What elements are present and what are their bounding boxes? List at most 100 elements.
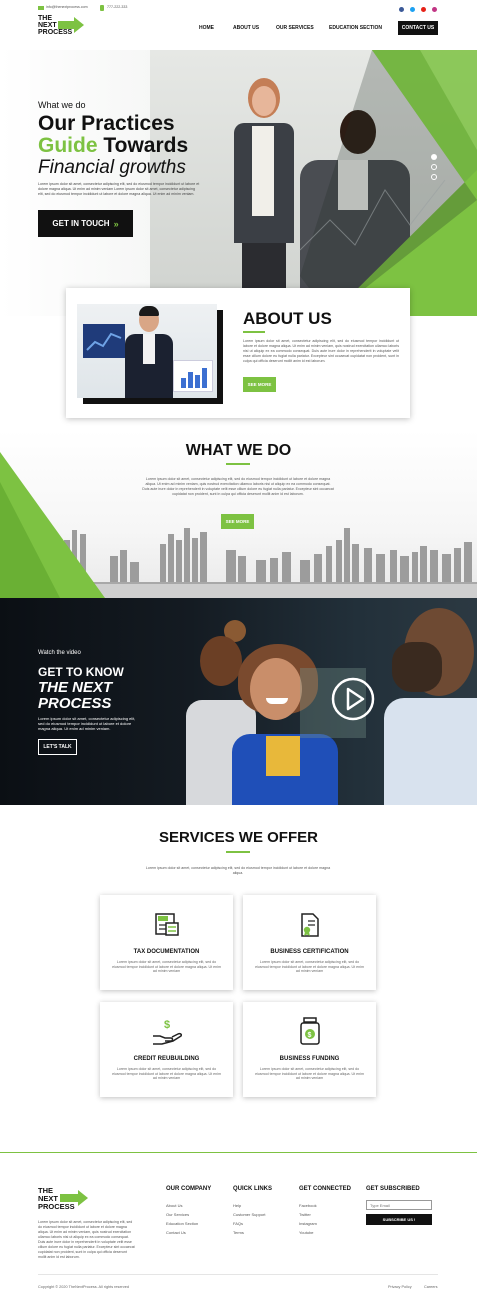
double-chevron-icon: »: [113, 218, 119, 229]
footer-careers-link[interactable]: Careers: [424, 1285, 438, 1289]
whatwedo-description: Lorem ipsum dolor sit amet, consectetur …: [142, 477, 334, 496]
service-title-credit-rebuilding: CREDIT REUBUILDING: [133, 1056, 200, 1062]
footer-bottom-divider: [38, 1274, 438, 1275]
topbar-email[interactable]: info@thenextprocess.com: [46, 5, 88, 10]
service-card-business-funding[interactable]: $ BUSINESS FUNDING Lorem ipsum dolor sit…: [243, 1002, 376, 1097]
logo[interactable]: THE NEXT PROCESS: [38, 15, 86, 43]
hero-title-line-1: Our Practices: [38, 112, 175, 135]
footer-link-contact-us[interactable]: Contact Us: [166, 1230, 186, 1235]
footer-link-terms[interactable]: Terms: [233, 1230, 244, 1235]
about-see-more-button[interactable]: SEE MORE: [243, 377, 276, 392]
footer-link-facebook[interactable]: Facebook: [299, 1203, 317, 1208]
service-desc-credit-rebuilding: Lorem ipsum dolor sit amet, consectetur …: [112, 1067, 221, 1081]
footer-link-about-us[interactable]: About Us: [166, 1203, 182, 1208]
video-kicker: Watch the video: [38, 650, 81, 656]
footer-logo-arrow-icon: [60, 1190, 88, 1206]
slider-dot-2[interactable]: [431, 164, 437, 170]
get-in-touch-button[interactable]: GET IN TOUCH »: [38, 210, 133, 237]
nav-education-section[interactable]: EDUCATION SECTION: [329, 25, 382, 31]
video-title-3: PROCESS: [38, 695, 112, 712]
footer-logo[interactable]: THE NEXT PROCESS: [38, 1187, 90, 1217]
footer-link-instagram[interactable]: Instagram: [299, 1221, 317, 1226]
service-desc-business-certification: Lorem ipsum dolor sit amet, consectetur …: [255, 960, 364, 974]
footer-subscribe-title: GET SUBSCRIBED: [366, 1186, 420, 1192]
businessman-shirt: [143, 334, 155, 364]
whatwedo-title: WHAT WE DO: [185, 442, 292, 459]
footer-top-line: [0, 1152, 477, 1153]
subscribe-button[interactable]: SUBSCRIBE US !: [366, 1214, 432, 1225]
services-title: SERVICES WE OFFER: [159, 829, 318, 846]
youtube-icon[interactable]: [421, 7, 426, 12]
topbar-phone[interactable]: 777-222-333: [107, 5, 127, 10]
footer-link-faqs[interactable]: FAQs: [233, 1221, 243, 1226]
footer-about-text: Lorem ipsum dolor sit amet, consectetur …: [38, 1220, 135, 1259]
service-card-credit-rebuilding[interactable]: $ CREDIT REUBUILDING Lorem ipsum dolor s…: [100, 1002, 233, 1097]
money-jar-icon: $: [300, 1017, 320, 1045]
svg-text:$: $: [308, 1032, 312, 1039]
footer-link-customer-support[interactable]: Customer Support: [233, 1212, 265, 1217]
hero-title-line-2-rest: Towards: [103, 134, 189, 157]
about-title-underline: [243, 331, 265, 333]
svg-text:$: $: [164, 1019, 170, 1031]
footer-col-get-connected-title: GET CONNECTED: [299, 1186, 352, 1192]
footer-link-youtube[interactable]: Youtube: [299, 1230, 314, 1235]
service-desc-tax-documentation: Lorem ipsum dolor sit amet, consectetur …: [112, 960, 221, 974]
footer-link-help[interactable]: Help: [233, 1203, 241, 1208]
instagram-icon[interactable]: [432, 7, 437, 12]
page: info@thenextprocess.com 777-222-333 THE …: [0, 0, 477, 1301]
money-hand-icon: $: [153, 1019, 182, 1045]
chart-graphic: [86, 332, 122, 351]
nav-about-us[interactable]: ABOUT US: [233, 25, 259, 31]
service-card-business-certification[interactable]: BUSINESS CERTIFICATION Lorem ipsum dolor…: [243, 895, 376, 990]
about-description: Lorem ipsum dolor sit amet, consectetur …: [243, 339, 400, 363]
hero-title-line-2: Guide Towards: [38, 135, 188, 157]
nav-our-services[interactable]: OUR SERVICES: [276, 25, 314, 31]
hero-description: Lorem ipsum dolor sit amet, consectetur …: [38, 182, 200, 196]
service-card-tax-documentation[interactable]: TAX DOCUMENTATION Lorem ipsum dolor sit …: [100, 895, 233, 990]
video-description: Lorem ipsum dolor sit amet, consectetur …: [38, 716, 136, 731]
topbar: info@thenextprocess.com 777-222-333: [38, 5, 458, 13]
video-title-2: THE NEXT: [38, 679, 113, 696]
twitter-icon[interactable]: [410, 7, 415, 12]
about-image: [77, 304, 217, 398]
tax-icon: [155, 913, 179, 936]
slider-dot-3[interactable]: [431, 174, 437, 180]
footer-col-our-company-title: OUR COMPANY: [166, 1186, 212, 1192]
contact-us-button[interactable]: CONTACT US: [398, 21, 438, 35]
whatwedo-green-shape: [0, 452, 105, 598]
footer-link-twitter[interactable]: Twitter: [299, 1212, 311, 1217]
subscribe-email-input[interactable]: [366, 1200, 432, 1210]
whatwedo-see-more-button[interactable]: SEE MORE: [221, 514, 254, 529]
play-video-icon[interactable]: [331, 677, 375, 721]
hero-title-green-word: Guide: [38, 134, 98, 157]
logo-arrow-icon: [58, 17, 84, 33]
whatwedo-title-underline: [226, 463, 250, 465]
logo-line-2: NEXT: [38, 22, 57, 29]
services-title-underline: [226, 851, 250, 853]
video-title-1: GET TO KNOW: [38, 665, 124, 679]
email-icon: [38, 6, 44, 10]
certificate-icon: [301, 913, 319, 937]
businessman-hair: [139, 306, 159, 316]
service-desc-business-funding: Lorem ipsum dolor sit amet, consectetur …: [255, 1067, 364, 1081]
service-title-business-funding: BUSINESS FUNDING: [279, 1056, 340, 1062]
footer-col-quick-links-title: QUICK LINKS: [233, 1186, 272, 1192]
hero-title-line-3: Financial growths: [38, 157, 186, 178]
phone-icon: [100, 5, 104, 11]
footer-link-education-section[interactable]: Education Section: [166, 1221, 198, 1226]
footer-link-our-services[interactable]: Our Services: [166, 1212, 189, 1217]
bar-graphic: [181, 368, 207, 388]
footer-copyright: Copyright © 2020 TheNextProcess. All rig…: [38, 1285, 129, 1289]
logo-line-1: THE: [38, 15, 52, 22]
footer-privacy-link[interactable]: Privacy Policy: [388, 1285, 412, 1289]
service-title-business-certification: BUSINESS CERTIFICATION: [270, 949, 349, 955]
services-description: Lorem ipsum dolor sit amet, consectetur …: [145, 866, 331, 875]
nav-home[interactable]: HOME: [199, 25, 214, 31]
video-man-right: [384, 598, 477, 805]
slider-dot-1[interactable]: [431, 154, 437, 160]
facebook-icon[interactable]: [399, 7, 404, 12]
about-title: ABOUT US: [243, 309, 332, 328]
hero-kicker: What we do: [38, 100, 86, 110]
get-in-touch-label: GET IN TOUCH: [52, 219, 110, 228]
lets-talk-button[interactable]: LET'S TALK: [38, 739, 77, 755]
